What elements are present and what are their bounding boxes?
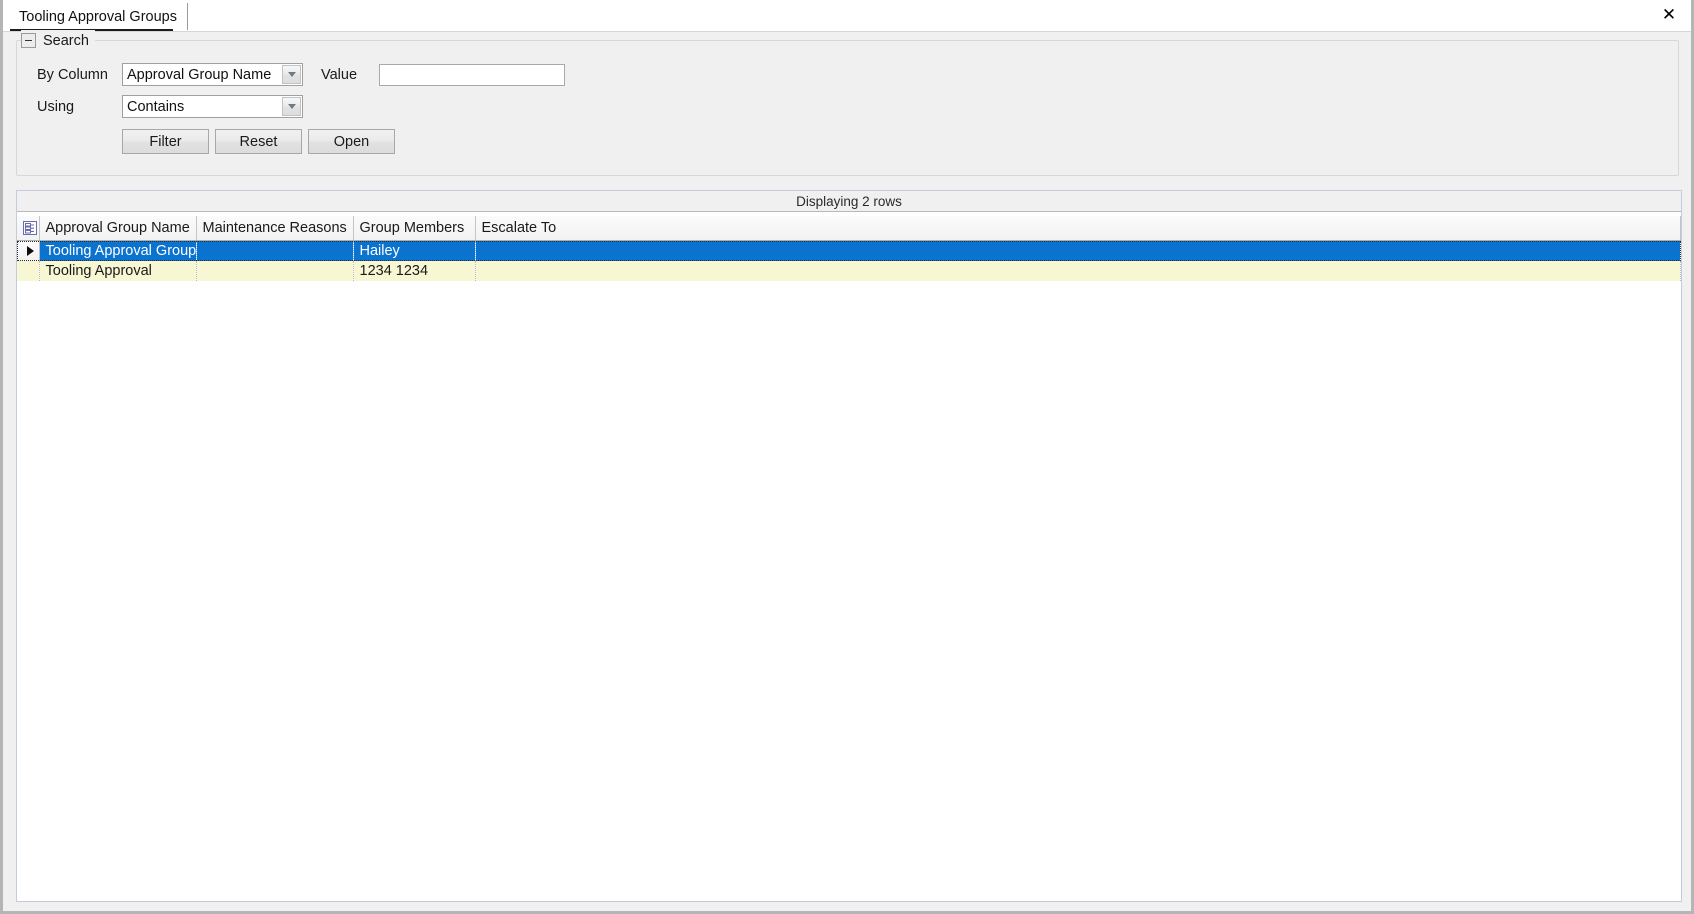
by-column-row: By Column Approval Group Name Value [37, 63, 566, 86]
open-button[interactable]: Open [308, 129, 395, 154]
cell-approval-group-name[interactable]: Tooling Approval Group [39, 240, 197, 261]
reset-button[interactable]: Reset [215, 129, 302, 154]
grid-scroll-region[interactable]: Approval Group Name Maintenance Reasons … [17, 216, 1681, 901]
by-column-select[interactable]: Approval Group Name [122, 63, 303, 86]
table-row[interactable]: Tooling Approval 1234 1234 [17, 261, 1681, 281]
close-icon[interactable]: ✕ [1656, 2, 1682, 28]
filter-button[interactable]: Filter [122, 129, 209, 154]
application-window: Tooling Approval Groups ✕ Search By Colu… [0, 0, 1694, 914]
search-groupbox-header: Search [21, 30, 95, 51]
column-header-maintenance-reasons[interactable]: Maintenance Reasons [196, 216, 354, 241]
cell-maintenance-reasons[interactable] [196, 261, 354, 281]
cell-escalate-to[interactable] [475, 261, 1681, 281]
search-groupbox: Search By Column Approval Group Name Val… [16, 30, 1679, 176]
cell-maintenance-reasons[interactable] [196, 240, 354, 261]
results-grid-panel: Displaying 2 rows Approval Group Name Ma… [16, 190, 1682, 902]
search-area: Search By Column Approval Group Name Val… [3, 30, 1691, 180]
column-header-escalate-to[interactable]: Escalate To [475, 216, 1681, 241]
using-select-value: Contains [127, 98, 185, 115]
cell-approval-group-name[interactable]: Tooling Approval [39, 261, 197, 281]
minus-icon [25, 40, 32, 41]
row-header-cell[interactable] [17, 261, 40, 281]
tab-label: Tooling Approval Groups [19, 8, 177, 25]
using-row: Using Contains [37, 95, 303, 118]
by-column-select-value: Approval Group Name [127, 66, 272, 83]
cell-group-members[interactable]: Hailey [353, 240, 476, 261]
value-input[interactable] [379, 63, 566, 86]
grid-select-all-icon[interactable] [17, 216, 40, 241]
table-row[interactable]: Tooling Approval Group Hailey [17, 240, 1681, 261]
cell-group-members[interactable]: 1234 1234 [353, 261, 476, 281]
results-table: Approval Group Name Maintenance Reasons … [17, 216, 1681, 281]
column-header-group-members[interactable]: Group Members [353, 216, 476, 241]
by-column-label: By Column [37, 66, 108, 83]
value-label: Value [321, 66, 358, 83]
table-header-row: Approval Group Name Maintenance Reasons … [17, 216, 1681, 241]
cell-escalate-to[interactable] [475, 240, 1681, 261]
search-groupbox-title: Search [43, 32, 89, 49]
chevron-down-icon[interactable] [282, 97, 301, 116]
collapse-toggle-button[interactable] [21, 33, 36, 48]
search-buttons-row: Filter Reset Open [122, 129, 395, 154]
tab-strip: Tooling Approval Groups ✕ [3, 0, 1691, 32]
column-header-approval-group-name[interactable]: Approval Group Name [39, 216, 197, 241]
row-current-arrow-icon [17, 240, 40, 261]
chevron-down-icon[interactable] [282, 65, 301, 84]
grid-row-count-caption: Displaying 2 rows [17, 191, 1681, 212]
tab-tooling-approval-groups[interactable]: Tooling Approval Groups [10, 3, 188, 30]
using-label: Using [37, 98, 75, 115]
using-select[interactable]: Contains [122, 95, 303, 118]
